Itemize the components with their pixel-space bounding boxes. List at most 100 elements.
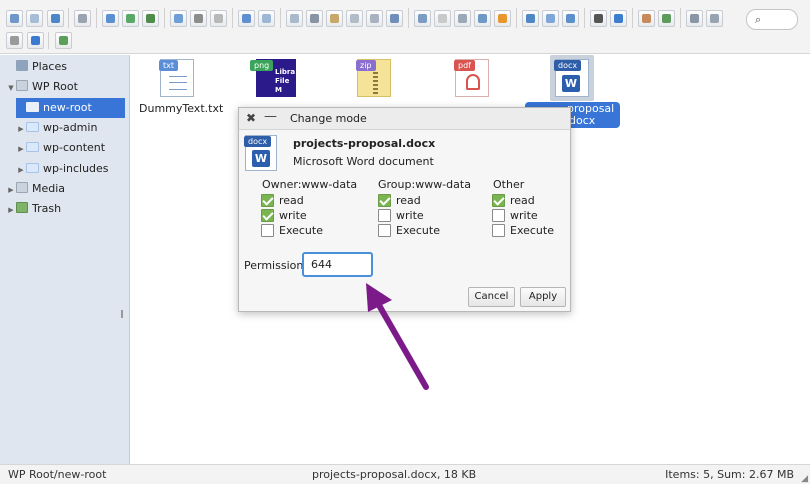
status-bar: WP Root/new-root projects-proposal.docx,… <box>0 464 810 484</box>
cancel-button[interactable]: Cancel <box>468 287 515 307</box>
up-icon[interactable] <box>47 10 64 27</box>
owner-write-checkbox[interactable] <box>261 209 274 222</box>
close-icon[interactable]: ✖ <box>246 111 256 125</box>
icons-view-icon[interactable] <box>522 10 539 27</box>
sort-icon[interactable] <box>706 10 723 27</box>
search-input[interactable]: ⌕ <box>746 9 798 30</box>
tree-item-media[interactable]: ▶ Media <box>6 179 130 199</box>
tree-item-wp-content[interactable]: ▶ wp-content <box>16 138 130 158</box>
toolbar: ⌕ <box>0 0 810 54</box>
permission-input[interactable] <box>302 252 373 277</box>
empty-icon[interactable] <box>366 10 383 27</box>
help-icon[interactable] <box>27 32 44 49</box>
collapsed-arrow-icon[interactable]: ▶ <box>6 200 16 220</box>
rename-icon[interactable] <box>386 10 403 27</box>
other-read-row[interactable]: read <box>492 194 535 208</box>
owner-read-row[interactable]: read <box>261 194 304 208</box>
file-item[interactable]: pdf <box>445 55 505 100</box>
owner-read-checkbox[interactable] <box>261 194 274 207</box>
group-write-row[interactable]: write <box>378 209 424 223</box>
collapsed-arrow-icon[interactable]: ▶ <box>16 160 26 180</box>
other-execute-row[interactable]: Execute <box>492 224 554 238</box>
group-write-checkbox[interactable] <box>378 209 391 222</box>
toolbar-separator <box>516 8 517 28</box>
group-read-checkbox[interactable] <box>378 194 391 207</box>
collapsed-arrow-icon[interactable]: ▶ <box>16 139 26 159</box>
cut-icon[interactable] <box>306 10 323 27</box>
other-write-checkbox[interactable] <box>492 209 505 222</box>
dialog-filetype: Microsoft Word document <box>293 155 434 168</box>
upload-icon[interactable] <box>122 10 139 27</box>
word-file-icon: docx W <box>554 59 589 97</box>
paste-icon[interactable] <box>326 10 343 27</box>
select-invert-icon[interactable] <box>658 10 675 27</box>
pdf-symbol <box>466 74 480 90</box>
folder-icon <box>26 122 39 132</box>
open-icon[interactable] <box>102 10 119 27</box>
apply-button[interactable]: Apply <box>520 287 566 307</box>
other-read-checkbox[interactable] <box>492 194 505 207</box>
tree-label: wp-admin <box>43 121 98 134</box>
preview-icon[interactable] <box>590 10 607 27</box>
resize-grip-icon[interactable]: ◢ <box>801 470 808 484</box>
expand-icon[interactable] <box>55 32 72 49</box>
owner-execute-checkbox[interactable] <box>261 224 274 237</box>
other-execute-checkbox[interactable] <box>492 224 505 237</box>
dialog-titlebar[interactable]: ✖ — Change mode <box>239 108 570 130</box>
tree-item-places[interactable]: Places <box>6 57 130 77</box>
file-type-tag: txt <box>159 60 179 71</box>
toolbar-separator <box>96 8 97 28</box>
save-icon[interactable] <box>142 10 159 27</box>
delete-icon[interactable] <box>346 10 363 27</box>
redo-icon[interactable] <box>258 10 275 27</box>
select-all-icon[interactable] <box>638 10 655 27</box>
archive-file-icon: zip <box>356 59 391 97</box>
fullscreen-icon[interactable] <box>562 10 579 27</box>
status-selected-file: projects-proposal.docx, 18 KB <box>312 468 477 481</box>
tree-item-wp-root[interactable]: ▼ WP Root <box>6 77 130 97</box>
forward-icon[interactable] <box>26 10 43 27</box>
minimize-icon[interactable]: — <box>264 109 277 124</box>
tree-item-wp-admin[interactable]: ▶ wp-admin <box>16 118 130 138</box>
archive-icon[interactable] <box>474 10 491 27</box>
file-item[interactable]: png Libra File M <box>239 55 299 100</box>
owner-write-row[interactable]: write <box>261 209 307 223</box>
tree-item-wp-includes[interactable]: ▶ wp-includes <box>16 159 130 179</box>
info-icon[interactable] <box>170 10 187 27</box>
group-execute-row[interactable]: Execute <box>378 224 440 238</box>
help-settings-icon[interactable] <box>6 32 23 49</box>
collapsed-arrow-icon[interactable]: ▶ <box>16 119 26 139</box>
zipper <box>373 72 378 94</box>
undo-icon[interactable] <box>238 10 255 27</box>
toolbar-separator <box>164 8 165 28</box>
drive-icon <box>16 80 28 91</box>
splitter-handle[interactable] <box>121 310 123 318</box>
details-view-icon[interactable] <box>686 10 703 27</box>
settings-icon[interactable] <box>494 10 511 27</box>
computer-icon[interactable] <box>74 10 91 27</box>
tree-item-new-root[interactable]: new-root <box>16 98 125 118</box>
edit-icon[interactable] <box>414 10 431 27</box>
copy-icon[interactable] <box>286 10 303 27</box>
info-panel-icon[interactable] <box>610 10 627 27</box>
collapsed-arrow-icon[interactable]: ▶ <box>6 180 16 200</box>
tree-label: Places <box>32 60 67 73</box>
tree-item-trash[interactable]: ▶ Trash <box>6 199 130 219</box>
file-item[interactable]: txt DummyText.txt <box>131 55 226 120</box>
expanded-arrow-icon[interactable]: ▼ <box>6 78 16 98</box>
file-item[interactable]: zip <box>347 55 407 100</box>
save-as-icon[interactable] <box>190 10 207 27</box>
back-icon[interactable] <box>6 10 23 27</box>
group-read-row[interactable]: read <box>378 194 421 208</box>
toolbar-separator <box>632 8 633 28</box>
pdf-file-icon: pdf <box>454 59 489 97</box>
group-execute-checkbox[interactable] <box>378 224 391 237</box>
resize-icon[interactable] <box>434 10 451 27</box>
list-view-icon[interactable] <box>542 10 559 27</box>
other-write-row[interactable]: write <box>492 209 538 223</box>
print-icon[interactable] <box>210 10 227 27</box>
extract-icon[interactable] <box>454 10 471 27</box>
owner-execute-row[interactable]: Execute <box>261 224 323 238</box>
execute-label: Execute <box>279 224 323 237</box>
places-icon <box>16 60 28 71</box>
